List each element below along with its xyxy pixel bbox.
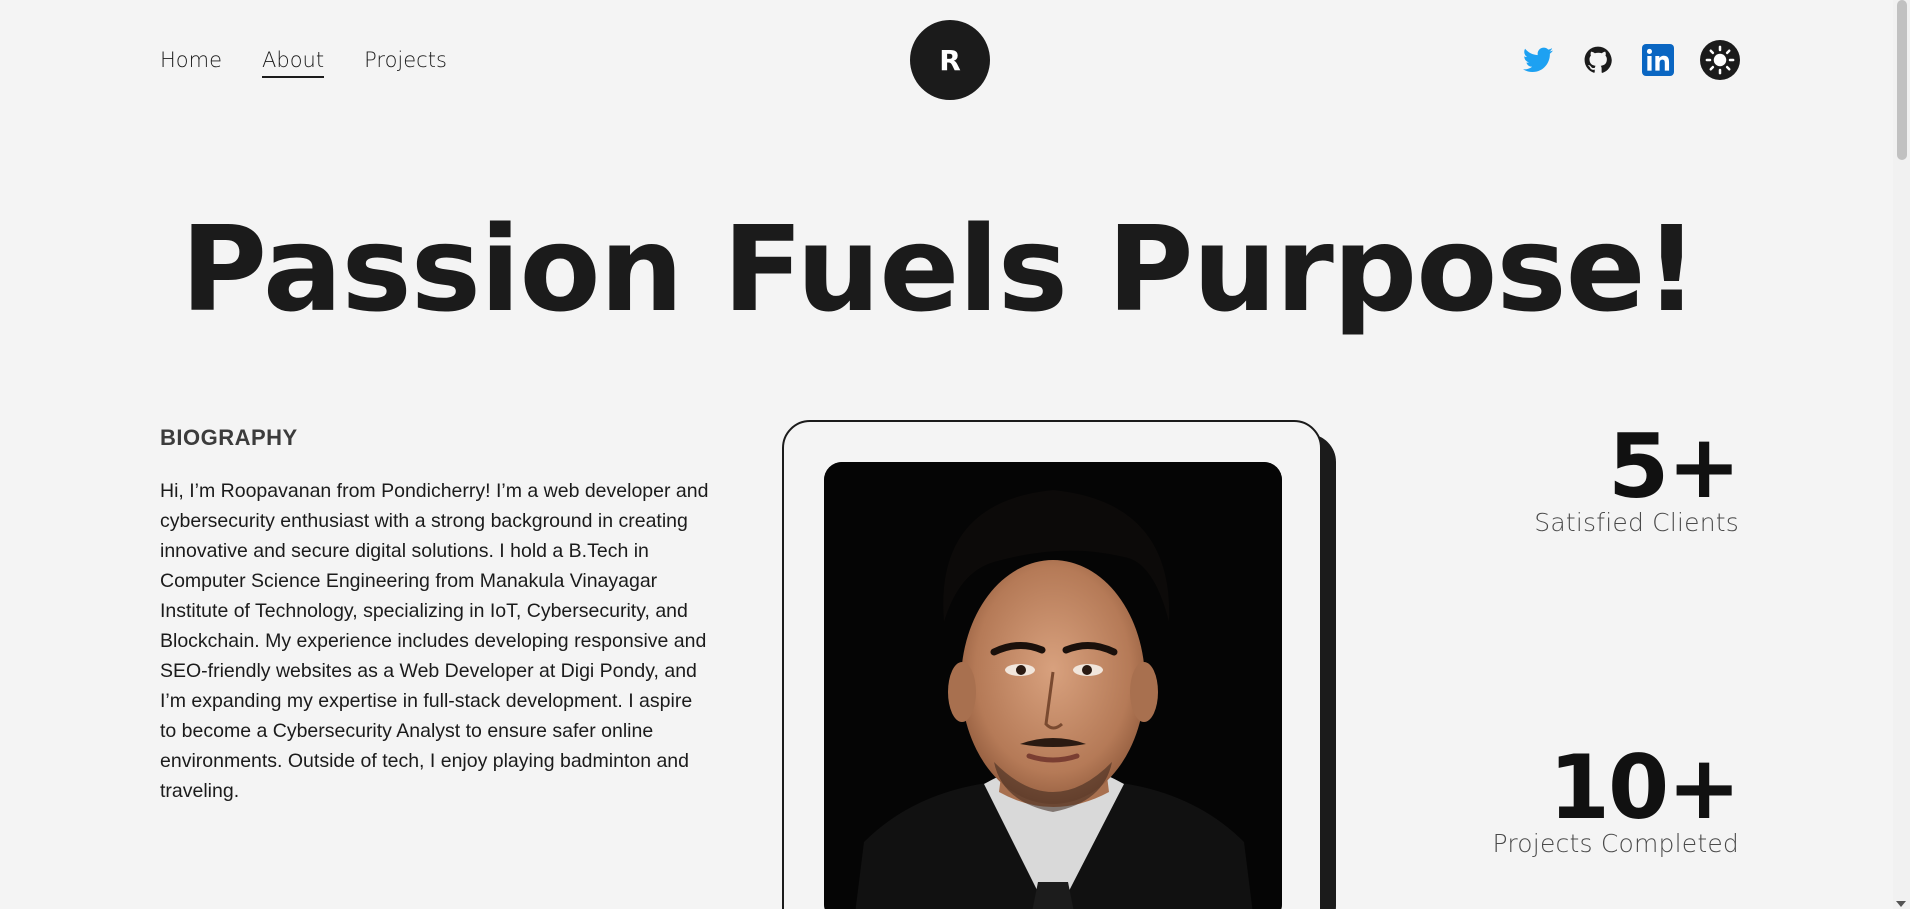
github-link[interactable]	[1580, 42, 1616, 78]
site-logo[interactable]: R	[910, 20, 990, 100]
twitter-link[interactable]	[1520, 42, 1556, 78]
stat-satisfied-clients: 5+ Satisfied Clients	[1534, 415, 1741, 538]
linkedin-link[interactable]	[1640, 42, 1676, 78]
nav-about-link[interactable]: About	[262, 48, 325, 78]
nav-home-link[interactable]: Home	[160, 48, 222, 78]
twitter-icon	[1523, 47, 1553, 72]
social-links	[1520, 40, 1740, 80]
stat-projects-completed: 10+ Projects Completed	[1492, 736, 1741, 859]
biography-text: Hi, I’m Roopavanan from Pondicherry! I’m…	[160, 480, 709, 802]
scroll-down-arrow-icon[interactable]	[1896, 901, 1906, 907]
profile-photo	[824, 462, 1282, 909]
page-title: Passion Fuels Purpose!	[180, 200, 1699, 338]
sun-icon	[1705, 45, 1735, 75]
page-scrollbar[interactable]	[1893, 0, 1910, 909]
github-icon	[1584, 46, 1612, 73]
scroll-thumb[interactable]	[1897, 0, 1907, 160]
biography-heading: BIOGRAPHY	[160, 425, 298, 450]
stat-value: 10+	[1548, 736, 1741, 839]
nav-projects-link[interactable]: Projects	[364, 48, 447, 78]
stat-label: Satisfied Clients	[1534, 508, 1739, 537]
portrait-illustration	[824, 462, 1282, 909]
linkedin-icon	[1642, 44, 1674, 76]
stat-value: 5+	[1608, 415, 1741, 518]
stat-label: Projects Completed	[1492, 829, 1739, 858]
main-nav: Home About Projects	[160, 48, 447, 78]
theme-toggle-button[interactable]	[1700, 40, 1740, 80]
